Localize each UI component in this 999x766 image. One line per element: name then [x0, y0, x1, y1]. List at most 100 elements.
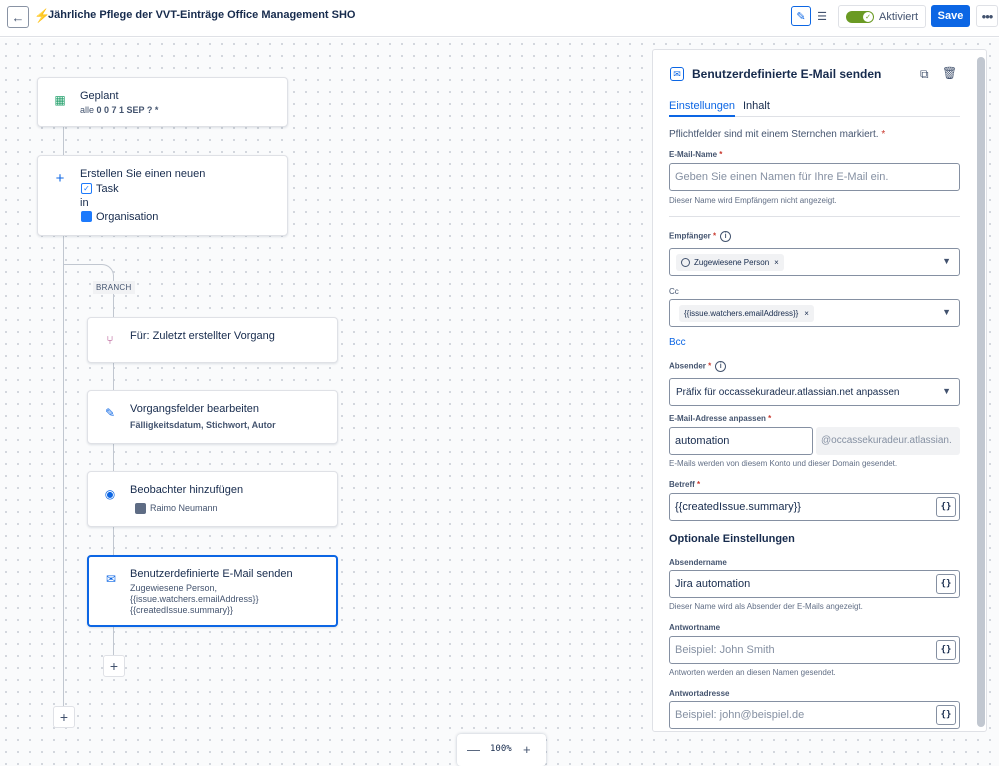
more-icon: ••• — [981, 8, 994, 24]
checklist-icon: ☰ — [817, 10, 827, 23]
smart-value-button[interactable]: {} — [936, 497, 956, 517]
sender-name-label: Absendername — [669, 558, 727, 567]
branch-title: Für: Zuletzt erstellter Vorgang — [130, 330, 275, 342]
sender-select[interactable]: Präfix für occassekuradeur.atlassian.net… — [669, 378, 960, 406]
save-button[interactable]: Save — [931, 5, 970, 27]
panel-tabs: Einstellungen Inhalt — [669, 100, 960, 117]
more-options-button[interactable]: ••• — [976, 5, 998, 27]
connector — [113, 362, 114, 391]
reply-address-placeholder: Beispiel: john@beispiel.de — [675, 709, 805, 721]
zoom-out-button[interactable]: — — [467, 742, 480, 757]
email-recipient: Zugewiesene Person, — [130, 583, 218, 593]
recipient-chip-label: Zugewiesene Person — [694, 258, 770, 267]
remove-icon[interactable]: × — [804, 309, 809, 318]
smart-value-button[interactable]: {} — [936, 640, 956, 660]
cc-label: Cc — [669, 287, 679, 296]
trash-icon[interactable]: 🗑 — [942, 66, 957, 80]
connector — [113, 526, 114, 556]
sender-name-input[interactable]: Jira automation {} — [669, 570, 960, 598]
edit-view-button[interactable]: ✎ — [791, 6, 811, 26]
trigger-schedule: alle 0 0 7 1 SEP ? * — [80, 105, 158, 116]
trigger-card[interactable]: ▦ Geplant alle 0 0 7 1 SEP ? * — [37, 77, 288, 127]
config-panel: ✉ Benutzerdefinierte E-Mail senden ⧉ 🗑 E… — [652, 49, 987, 732]
tab-settings[interactable]: Einstellungen — [669, 100, 736, 117]
address-label-text: E-Mail-Adresse anpassen — [669, 414, 766, 423]
in-label: in — [80, 197, 89, 209]
create-issue-card[interactable]: + Erstellen Sie einen neuen ✓ Task in Or… — [37, 155, 288, 236]
subject-input[interactable]: {{createdIssue.summary}} {} — [669, 493, 960, 521]
email-name-input[interactable]: Geben Sie einen Namen für Ihre E-Mail ei… — [669, 163, 960, 191]
reply-name-label: Antwortname — [669, 623, 721, 632]
branch-icon: ⑂ — [106, 333, 114, 347]
mail-icon: ✉ — [670, 67, 684, 81]
required-note-text: Pflichtfelder sind mit einem Sternchen m… — [669, 129, 879, 140]
zoom-level: 100% — [490, 744, 512, 754]
send-email-card[interactable]: ✉ Benutzerdefinierte E-Mail senden Zugew… — [87, 555, 338, 627]
toggle-switch[interactable]: ✓ — [846, 11, 874, 23]
sender-label: Absender * i — [669, 361, 727, 372]
info-icon[interactable]: i — [715, 361, 727, 372]
calendar-icon: ▦ — [54, 93, 66, 107]
check-icon: ✓ — [863, 12, 873, 22]
info-icon[interactable]: i — [720, 231, 732, 242]
branch-card[interactable]: ⑂ Für: Zuletzt erstellter Vorgang — [87, 317, 338, 363]
schedule-cron: 0 0 7 1 SEP ? * — [96, 105, 159, 115]
mail-icon: ✉ — [105, 572, 117, 586]
back-button[interactable]: ← — [7, 6, 29, 28]
smart-value-button[interactable]: {} — [936, 574, 956, 594]
zoom-control: — 100% + — [457, 734, 546, 766]
cc-select[interactable]: {{issue.watchers.emailAddress}} × ▼ — [669, 299, 960, 327]
email-name-label-text: E-Mail-Name — [669, 150, 718, 159]
trigger-title: Geplant — [80, 90, 119, 102]
email-name-help: Dieser Name wird Empfängern nicht angeze… — [669, 196, 837, 205]
plus-icon: + — [59, 709, 69, 725]
edit-fields-card[interactable]: ✎ Vorgangsfelder bearbeiten Fälligkeitsd… — [87, 390, 338, 444]
add-component-button[interactable]: + — [103, 655, 125, 677]
connector — [63, 126, 64, 156]
reply-name-input[interactable]: Beispiel: John Smith {} — [669, 636, 960, 664]
cc-chip: {{issue.watchers.emailAddress}} × — [679, 305, 814, 322]
chevron-down-icon[interactable]: ▼ — [942, 386, 951, 396]
smart-value-button[interactable]: {} — [936, 705, 956, 725]
top-bar: ← ⚡ Jährliche Pflege der VVT-Einträge Of… — [0, 0, 999, 37]
edit-icon: ✎ — [104, 406, 116, 420]
bcc-link[interactable]: Bcc — [669, 337, 686, 348]
reply-name-placeholder: Beispiel: John Smith — [675, 644, 775, 656]
recipients-label-text: Empfänger — [669, 231, 711, 241]
add-component-button[interactable]: + — [53, 706, 75, 728]
edit-fields: Fälligkeitsdatum, Stichwort, Autor — [130, 420, 276, 430]
plus-icon: + — [109, 658, 119, 674]
address-input[interactable]: automation — [669, 427, 813, 455]
sender-name-help: Dieser Name wird als Absender der E-Mail… — [669, 602, 863, 611]
chevron-down-icon[interactable]: ▼ — [942, 307, 951, 317]
rule-enabled-toggle[interactable]: ✓ Aktiviert — [838, 5, 926, 28]
duplicate-icon[interactable]: ⧉ — [920, 67, 929, 82]
edit-title: Vorgangsfelder bearbeiten — [130, 403, 260, 415]
eye-icon: ◉ — [104, 487, 116, 501]
domain-value: @occassekuradeur.atlassian. — [821, 435, 952, 446]
remove-icon[interactable]: × — [774, 258, 779, 267]
branch-label: BRANCH — [93, 281, 135, 294]
connector — [113, 443, 114, 472]
task-icon: ✓ — [81, 183, 92, 194]
connector — [63, 235, 64, 707]
tab-content[interactable]: Inhalt — [743, 100, 770, 112]
email-name-placeholder: Geben Sie einen Namen für Ihre E-Mail ei… — [675, 171, 889, 183]
rule-title[interactable]: Jährliche Pflege der VVT-Einträge Office… — [48, 9, 355, 21]
domain-field: @occassekuradeur.atlassian. — [816, 427, 960, 455]
divider — [669, 216, 960, 217]
optional-heading: Optionale Einstellungen — [669, 533, 795, 545]
add-watcher-card[interactable]: ◉ Beobachter hinzufügen Raimo Neumann — [87, 471, 338, 527]
zoom-in-button[interactable]: + — [523, 742, 531, 757]
audit-list-button[interactable]: ☰ — [812, 6, 832, 26]
chevron-down-icon[interactable]: ▼ — [942, 256, 951, 266]
recipients-select[interactable]: Zugewiesene Person × ▼ — [669, 248, 960, 276]
sender-value: Präfix für occassekuradeur.atlassian.net… — [676, 387, 900, 398]
arrow-left-icon: ← — [11, 9, 25, 25]
email-cc: {{issue.watchers.emailAddress}} — [130, 594, 259, 604]
address-help: E-Mails werden von diesem Konto und dies… — [669, 459, 898, 468]
connector — [113, 627, 114, 656]
reply-address-input[interactable]: Beispiel: john@beispiel.de {} — [669, 701, 960, 729]
plus-icon: + — [55, 169, 65, 187]
panel-scrollbar[interactable] — [977, 57, 985, 727]
